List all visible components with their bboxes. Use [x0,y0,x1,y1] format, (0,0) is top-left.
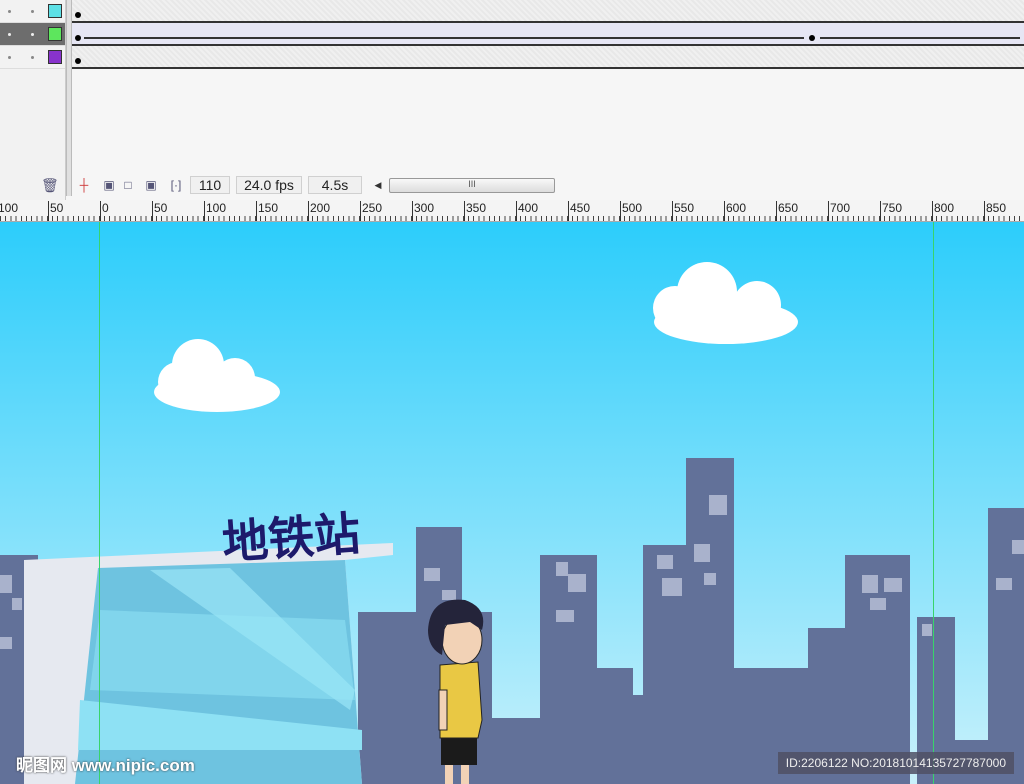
ruler-label: 400 [516,201,538,221]
visibility-dot[interactable] [8,10,11,13]
ruler-label: 750 [880,201,902,221]
motion-tween [84,37,804,39]
station-entrance [24,543,393,784]
edit-multiple-frames-icon[interactable]: ▣ [143,177,159,193]
ruler-label: 50 [48,201,63,221]
frame-row[interactable] [72,23,1024,46]
modify-markers-icon[interactable]: [·] [168,177,184,193]
ruler-label: 450 [568,201,590,221]
ruler-label: 500 [620,201,642,221]
outline-color-swatch[interactable] [48,50,62,64]
ruler-label: 300 [412,201,434,221]
center-frame-icon[interactable]: ┼ [76,177,92,193]
scroll-left-icon[interactable]: ◀ [370,177,386,193]
ruler-label: 50 [152,201,167,221]
current-frame: 110 [190,176,230,194]
ruler-label: 350 [464,201,486,221]
onion-skin-icon[interactable]: ▣ [101,177,117,193]
ruler-label: 850 [984,201,1006,221]
horizontal-scrollbar[interactable]: III [389,178,555,193]
keyframe[interactable] [809,35,815,41]
lock-dot[interactable] [31,56,34,59]
ruler-label: 250 [360,201,382,221]
timeline-panel: 🗑 ┼ ▣ □ ▣ [·] 110 24.0 fps 4.5s ◀ III [0,0,1024,200]
visibility-dot[interactable] [8,33,11,36]
ruler-label: 550 [672,201,694,221]
ruler-label: 700 [828,201,850,221]
outline-color-swatch[interactable] [48,27,62,41]
visibility-dot[interactable] [8,56,11,59]
layer-row[interactable] [0,46,65,69]
frame-row[interactable] [72,46,1024,69]
motion-tween [820,37,1020,39]
keyframe[interactable] [75,12,81,18]
horizontal-ruler: 100 50 0 50 100 150 200 250 300 350 400 450 500 550 60… [0,200,1024,222]
onion-outline-icon[interactable]: □ [120,177,136,193]
watermark-site: 昵图网 www.nipic.com [16,751,195,776]
frame-rate[interactable]: 24.0 fps [236,176,302,194]
timeline-status-bar: 🗑 ┼ ▣ □ ▣ [·] 110 24.0 fps 4.5s ◀ III [0,174,1024,196]
watermark-id: ID:2206122 NO:20181014135727787000 [777,752,1014,774]
ruler-label: 100 [204,201,226,221]
stage[interactable]: 地铁站 昵图网 www.nipic.com ID:2206122 NO:2018… [0,222,1024,784]
keyframe[interactable] [75,58,81,64]
scene-artwork [0,222,1024,784]
station-sign: 地铁站 [220,506,362,570]
ruler-label: 150 [256,201,278,221]
ruler-label: 0 [100,201,109,221]
ruler-label: 200 [308,201,330,221]
watermark-logo: 昵图网 [16,756,67,775]
layer-row[interactable] [0,0,65,23]
ruler-label: 800 [932,201,954,221]
trash-icon[interactable]: 🗑 [41,177,59,193]
ruler-label: 650 [776,201,798,221]
outline-color-swatch[interactable] [48,4,62,18]
frame-grid[interactable] [72,0,1024,70]
frame-row[interactable] [72,0,1024,23]
elapsed-time: 4.5s [308,176,362,194]
layer-list [0,0,66,200]
ruler-label: 100 [0,201,18,221]
lock-dot[interactable] [31,10,34,13]
keyframe[interactable] [75,35,81,41]
ruler-label: 600 [724,201,746,221]
layer-row-selected[interactable] [0,23,65,46]
lock-dot[interactable] [31,33,34,36]
watermark-url: www.nipic.com [71,756,195,775]
